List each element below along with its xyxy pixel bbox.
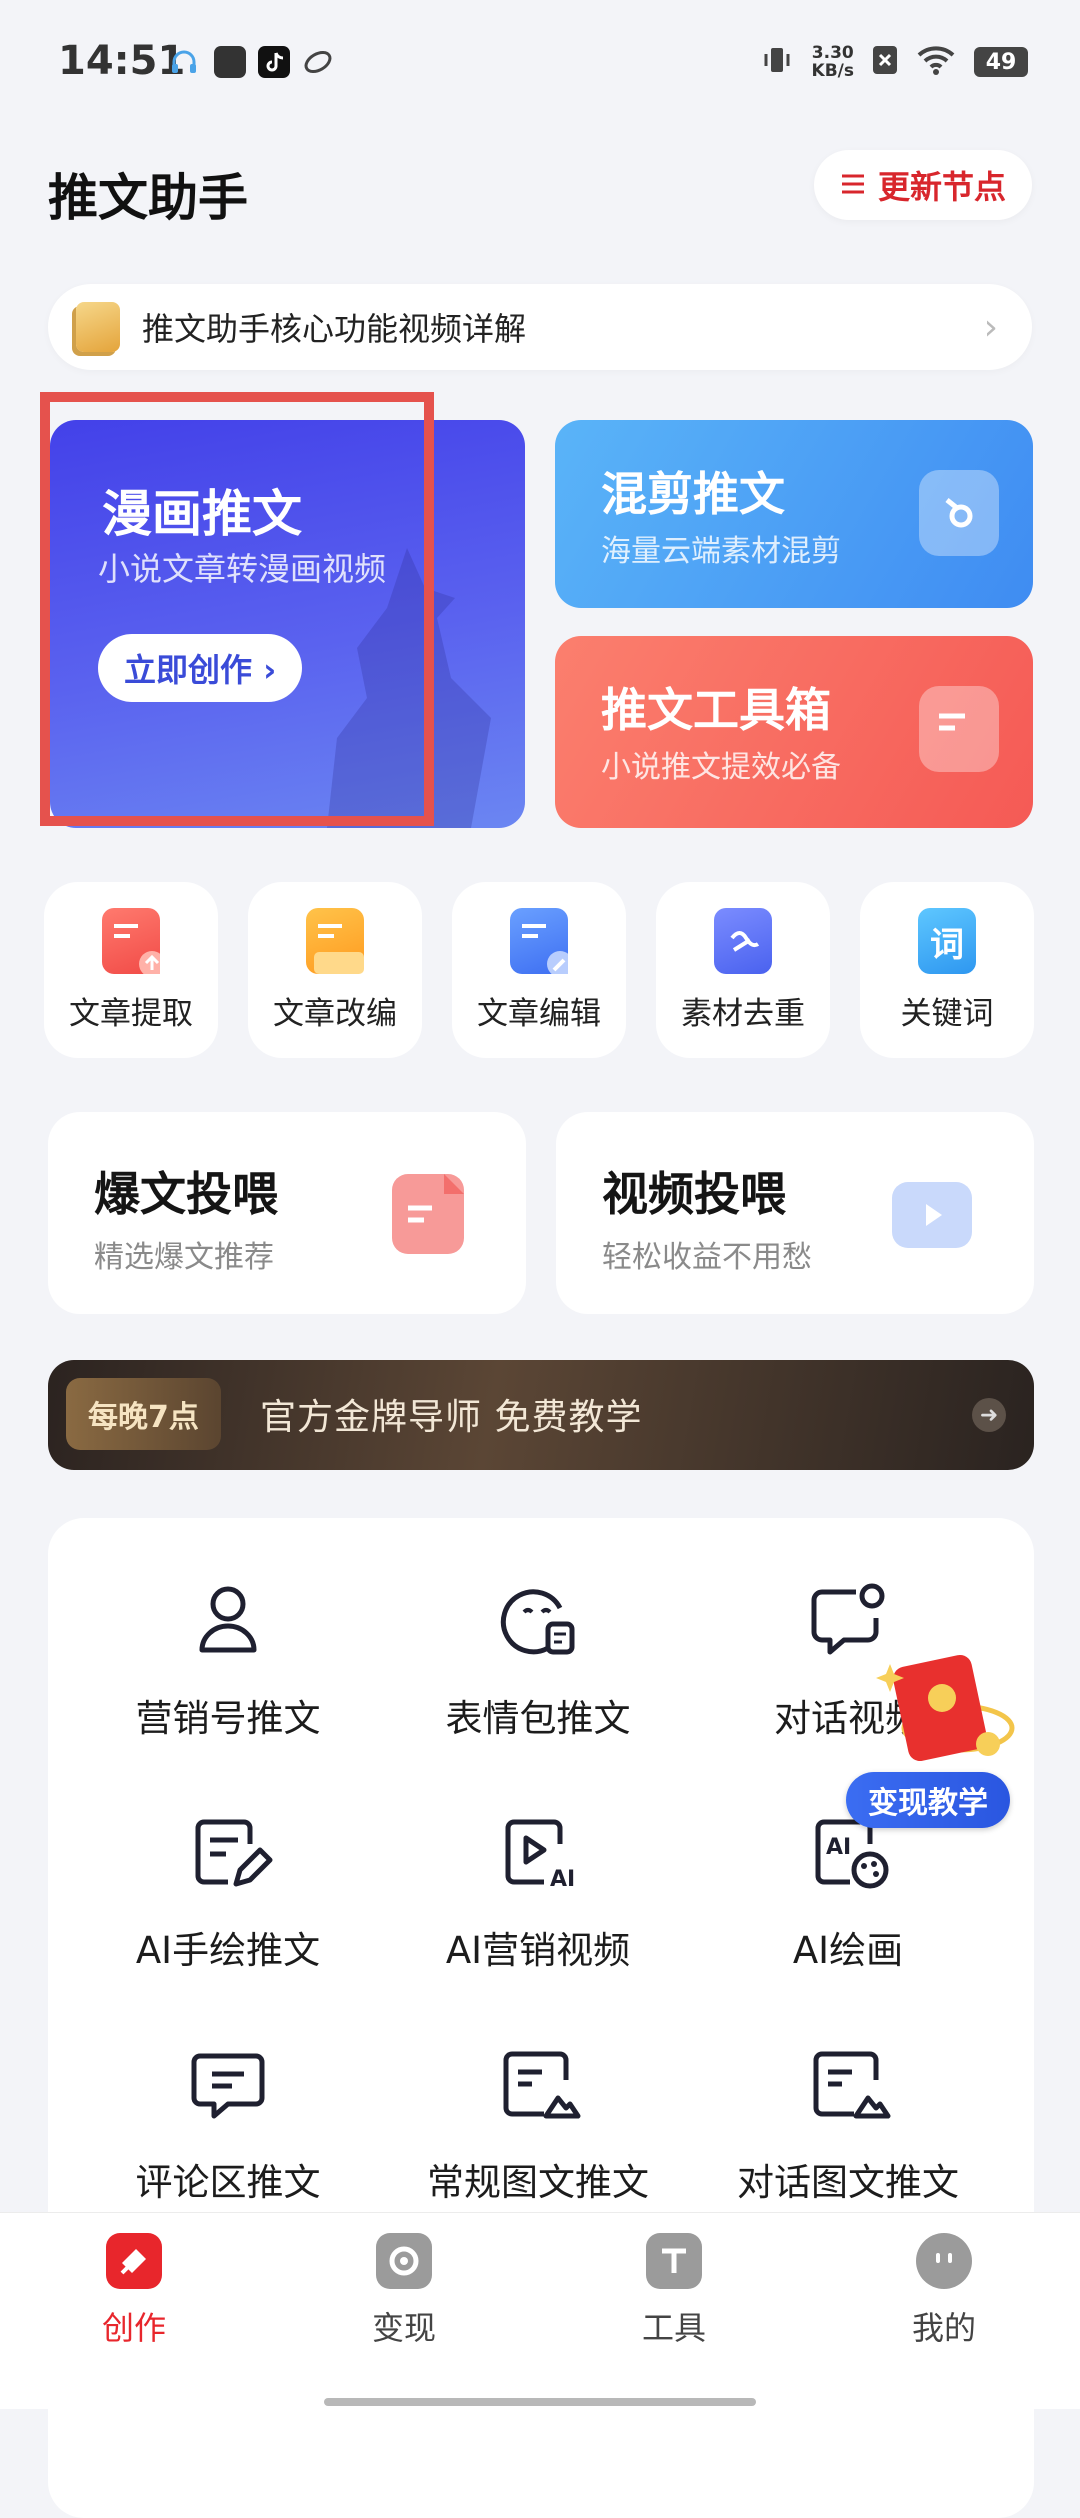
network-speed: 3.30 KB/s <box>812 44 854 80</box>
grid-label: AI营销视频 <box>445 1929 631 1972</box>
toolbox-card-title: 推文工具箱 <box>601 683 831 737</box>
update-node-label: 更新节点 <box>877 168 1006 206</box>
nav-label: 工具 <box>641 2309 706 2347</box>
tiktok-icon <box>258 46 290 78</box>
mix-card-title: 混剪推文 <box>601 467 785 521</box>
mix-icon <box>919 470 999 556</box>
app-title: 推文助手 <box>48 169 248 227</box>
network-speed-value: 3.30 <box>811 43 854 63</box>
profile-icon <box>916 2233 972 2289</box>
tool-article-adapt[interactable]: 文章改编 <box>248 882 422 1058</box>
article-edit-icon <box>510 908 573 977</box>
arrow-right-icon: ➜ <box>972 1398 1006 1432</box>
menu-lines-icon <box>840 166 866 204</box>
image-doc-icon <box>813 2051 891 2119</box>
update-node-button[interactable]: 更新节点 <box>813 150 1032 220</box>
nav-tab-tools[interactable]: 工具 <box>574 2233 774 2349</box>
red-packet-icon <box>876 1654 1015 1762</box>
tool-keywords[interactable]: 词 关键词 <box>860 882 1034 1058</box>
tool-material-dedupe[interactable]: 素材去重 <box>656 882 830 1058</box>
material-dedupe-icon <box>714 908 772 974</box>
grid-label: 评论区推文 <box>135 2161 321 2204</box>
grid-label: AI手绘推文 <box>135 1929 321 1972</box>
promo-title: 爆文投喂 <box>94 1167 278 1221</box>
video-feed-card[interactable]: 视频投喂 轻松收益不用愁 <box>556 1112 1034 1314</box>
tutor-badge: 每晚7点 <box>66 1378 221 1450</box>
comment-icon <box>191 2053 265 2119</box>
grid-item-emoji[interactable]: 表情包推文 <box>378 1548 698 1768</box>
vibrate-icon <box>760 43 794 81</box>
toolbox-card[interactable]: 推文工具箱 小说推文提效必备 <box>555 636 1033 828</box>
intro-video-banner[interactable]: 推文助手核心功能视频详解 › <box>48 284 1032 370</box>
toolbox-card-subtitle: 小说推文提效必备 <box>601 750 841 785</box>
tools-icon <box>646 2233 702 2289</box>
network-speed-unit: KB/s <box>811 61 854 81</box>
tool-label: 文章提取 <box>69 996 193 1032</box>
grid-label: 常规图文推文 <box>427 2161 649 2204</box>
tutor-banner-text: 官方金牌导师 免费教学 <box>260 1397 643 1438</box>
grid-label: AI绘画 <box>792 1929 904 1972</box>
emoji-icon <box>500 1589 575 1655</box>
status-time: 14:51 <box>58 38 186 84</box>
toolbox-doc-icon <box>919 686 999 772</box>
home-indicator[interactable] <box>324 2398 756 2406</box>
svg-text:AI: AI <box>550 1867 575 1892</box>
chevron-right-icon: › <box>983 306 998 348</box>
mail-icon <box>214 46 246 78</box>
nav-label: 创作 <box>101 2309 166 2347</box>
grid-item-ai-marketing-video[interactable]: AI AI营销视频 <box>378 1780 698 2000</box>
no-sim-icon <box>872 45 898 79</box>
person-icon <box>199 1586 257 1653</box>
grid-label: 营销号推文 <box>135 1697 321 1740</box>
grid-item-ai-handdrawn[interactable]: AI手绘推文 <box>68 1780 388 2000</box>
nav-tab-monetize[interactable]: 变现 <box>304 2233 504 2349</box>
highlight-box <box>40 392 434 826</box>
hot-article-feed-card[interactable]: 爆文投喂 精选爆文推荐 <box>48 1112 526 1314</box>
svg-text:AI: AI <box>826 1835 851 1860</box>
hot-article-icon <box>392 1174 464 1254</box>
nav-label: 变现 <box>371 2309 436 2347</box>
image-doc-icon <box>503 2051 581 2119</box>
grid-item-marketing[interactable]: 营销号推文 <box>68 1548 388 1768</box>
tool-label: 文章编辑 <box>477 996 601 1032</box>
promo-subtitle: 精选爆文推荐 <box>94 1240 274 1275</box>
edit-icon <box>195 1819 273 1887</box>
nav-tab-mine[interactable]: 我的 <box>844 2233 1044 2349</box>
book-icon <box>76 302 120 352</box>
grid-item-comment[interactable]: 评论区推文 <box>68 2012 388 2232</box>
tool-article-edit[interactable]: 文章编辑 <box>452 882 626 1058</box>
tutor-banner[interactable]: 每晚7点 官方金牌导师 免费教学 ➜ <box>48 1360 1034 1470</box>
intro-banner-text: 推文助手核心功能视频详解 <box>142 310 527 348</box>
video-play-icon <box>892 1182 972 1248</box>
keywords-icon: 词 <box>918 908 976 974</box>
monetize-icon <box>376 2233 432 2289</box>
article-extract-icon <box>102 908 165 977</box>
tool-label: 关键词 <box>900 996 994 1032</box>
headset-icon <box>168 46 200 78</box>
wifi-icon <box>916 44 956 80</box>
article-adapt-icon <box>306 908 364 974</box>
create-icon <box>106 2233 162 2289</box>
ai-video-icon: AI <box>505 1819 575 1892</box>
grid-label: 表情包推文 <box>445 1697 631 1740</box>
monetize-tutorial-badge[interactable]: 变现教学 <box>846 1772 1010 1828</box>
grid-label: 对话图文推文 <box>737 2161 959 2204</box>
mix-tweet-card[interactable]: 混剪推文 海量云端素材混剪 <box>555 420 1033 608</box>
grid-item-dialogue-graphic[interactable]: 对话图文推文 <box>688 2012 1008 2232</box>
tool-article-extract[interactable]: 文章提取 <box>44 882 218 1058</box>
link-app-icon <box>302 46 334 78</box>
nav-label: 我的 <box>911 2309 976 2347</box>
nav-tab-create[interactable]: 创作 <box>34 2233 234 2349</box>
battery-indicator: 49 <box>974 47 1028 77</box>
tool-label: 文章改编 <box>273 996 397 1032</box>
mix-card-subtitle: 海量云端素材混剪 <box>601 534 841 569</box>
tool-label: 素材去重 <box>681 996 805 1032</box>
bottom-nav: 创作 变现 工具 我的 <box>0 2212 1080 2409</box>
grid-item-regular-graphic[interactable]: 常规图文推文 <box>378 2012 698 2232</box>
status-right-group: 3.30 KB/s 49 <box>760 40 1028 84</box>
promo-subtitle: 轻松收益不用愁 <box>602 1240 812 1275</box>
promo-title: 视频投喂 <box>602 1167 786 1221</box>
